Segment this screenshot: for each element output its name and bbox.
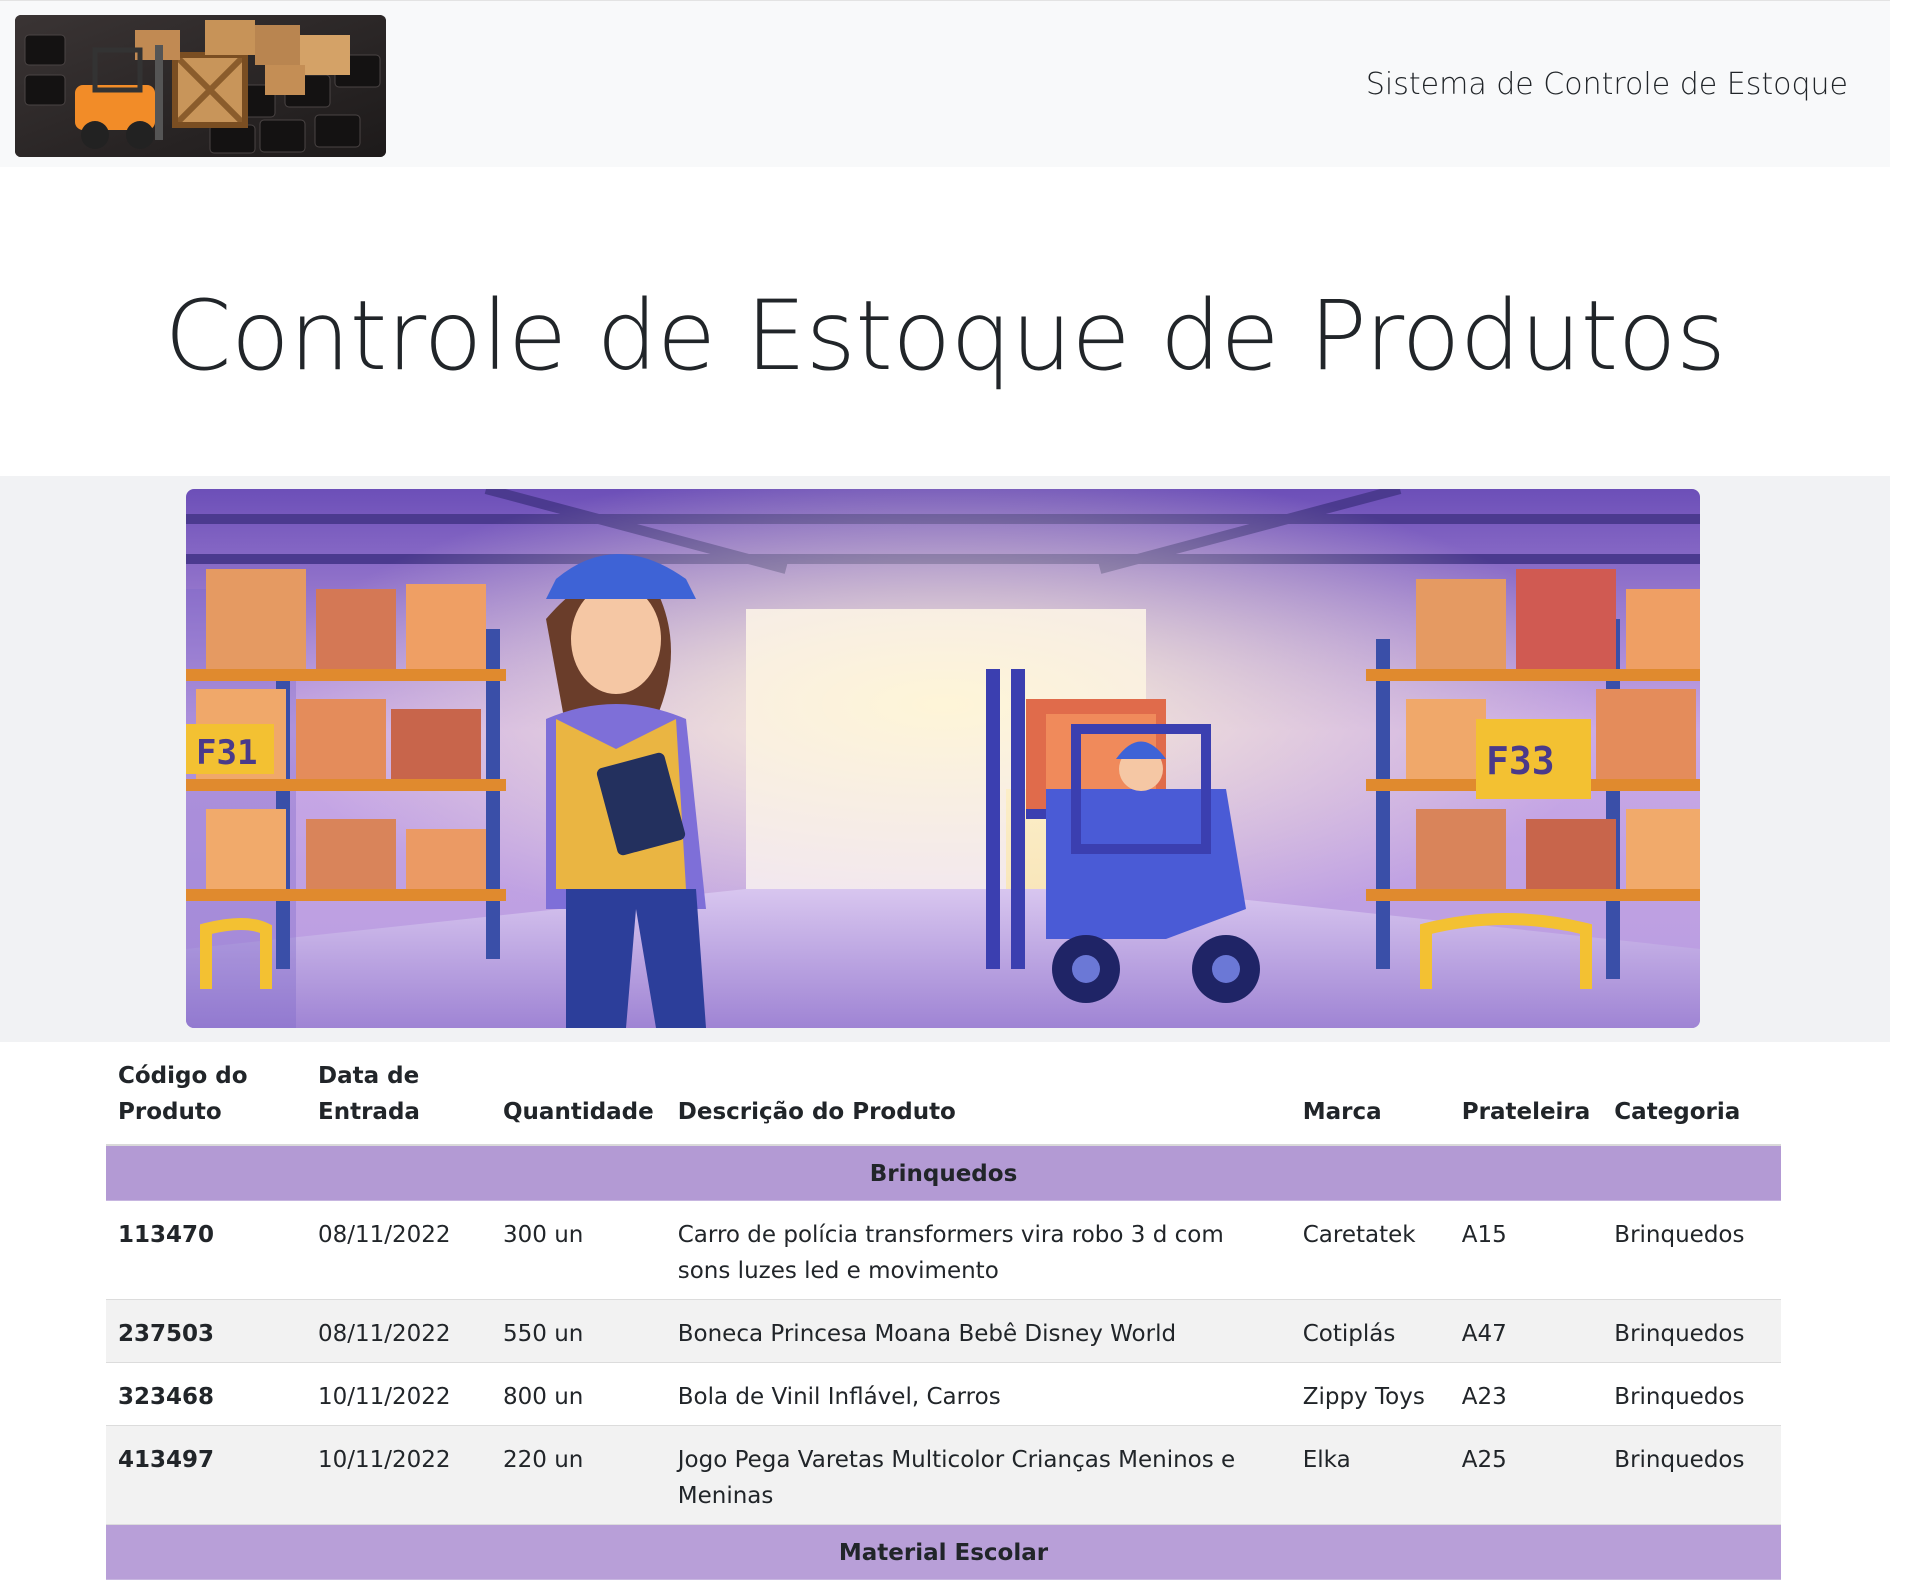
quantity: 550 un <box>491 1299 666 1363</box>
product-description: Carro de polícia transformers vira robo … <box>665 1200 1291 1300</box>
product-code: 323468 <box>106 1362 306 1426</box>
category: Brinquedos <box>1602 1299 1781 1363</box>
col-header-code: Código do Produto <box>106 1042 306 1146</box>
col-header-category: Categoria <box>1602 1042 1781 1146</box>
product-description: Boneca Princesa Moana Bebê Disney World <box>665 1299 1291 1363</box>
entry-date: 10/11/2022 <box>306 1425 491 1525</box>
product-code: 237503 <box>106 1299 306 1363</box>
rack-right-label: F33 <box>1486 739 1555 783</box>
shelf: A47 <box>1449 1299 1603 1363</box>
group-row-brinquedos: Brinquedos <box>106 1145 1781 1201</box>
page-title: Controle de Estoque de Produtos <box>164 280 1727 392</box>
category: Brinquedos <box>1602 1362 1781 1426</box>
brand: Zippy Toys <box>1290 1362 1450 1426</box>
col-header-date: Data de Entrada <box>306 1042 491 1146</box>
table-header-row: Código do Produto Data de Entrada Quanti… <box>106 1042 1781 1146</box>
entry-date: 08/11/2022 <box>306 1200 491 1300</box>
entry-date: 08/11/2022 <box>306 1299 491 1363</box>
shelf: A15 <box>1449 1200 1603 1300</box>
product-code: 113470 <box>106 1200 306 1300</box>
table-row: 413497 10/11/2022 220 un Jogo Pega Varet… <box>106 1425 1781 1525</box>
shelf: A25 <box>1449 1425 1603 1525</box>
category: Brinquedos <box>1602 1200 1781 1300</box>
group-label: Brinquedos <box>106 1145 1781 1201</box>
warehouse-logo-icon[interactable] <box>15 15 386 157</box>
table-row: 237503 08/11/2022 550 un Boneca Princesa… <box>106 1299 1781 1363</box>
quantity: 800 un <box>491 1362 666 1426</box>
product-description: Bola de Vinil Inflável, Carros <box>665 1362 1291 1426</box>
navbar-brand[interactable]: Sistema de Controle de Estoque <box>1366 67 1848 102</box>
entry-date: 10/11/2022 <box>306 1362 491 1426</box>
brand: Cotiplás <box>1290 1299 1450 1363</box>
table-row: 113470 08/11/2022 300 un Carro de políci… <box>106 1200 1781 1300</box>
col-header-brand: Marca <box>1290 1042 1450 1146</box>
navbar: Sistema de Controle de Estoque <box>0 0 1890 167</box>
col-header-quantity: Quantidade <box>491 1042 666 1146</box>
col-header-description: Descrição do Produto <box>665 1042 1291 1146</box>
group-label: Material Escolar <box>106 1524 1781 1580</box>
shelf: A23 <box>1449 1362 1603 1426</box>
product-table: Código do Produto Data de Entrada Quanti… <box>106 1042 1781 1580</box>
quantity: 300 un <box>491 1200 666 1300</box>
category: Brinquedos <box>1602 1425 1781 1525</box>
product-code: 413497 <box>106 1425 306 1525</box>
col-header-shelf: Prateleira <box>1449 1042 1603 1146</box>
brand: Caretatek <box>1290 1200 1450 1300</box>
brand: Elka <box>1290 1425 1450 1525</box>
rack-left-label: F31 <box>196 733 257 773</box>
product-table-container: Código do Produto Data de Entrada Quanti… <box>106 1042 1781 1580</box>
product-description: Jogo Pega Varetas Multicolor Crianças Me… <box>665 1425 1291 1525</box>
table-row: 323468 10/11/2022 800 un Bola de Vinil I… <box>106 1362 1781 1426</box>
warehouse-illustration-icon: F31 F33 <box>186 489 1700 1028</box>
group-row-material-escolar: Material Escolar <box>106 1524 1781 1580</box>
quantity: 220 un <box>491 1425 666 1525</box>
